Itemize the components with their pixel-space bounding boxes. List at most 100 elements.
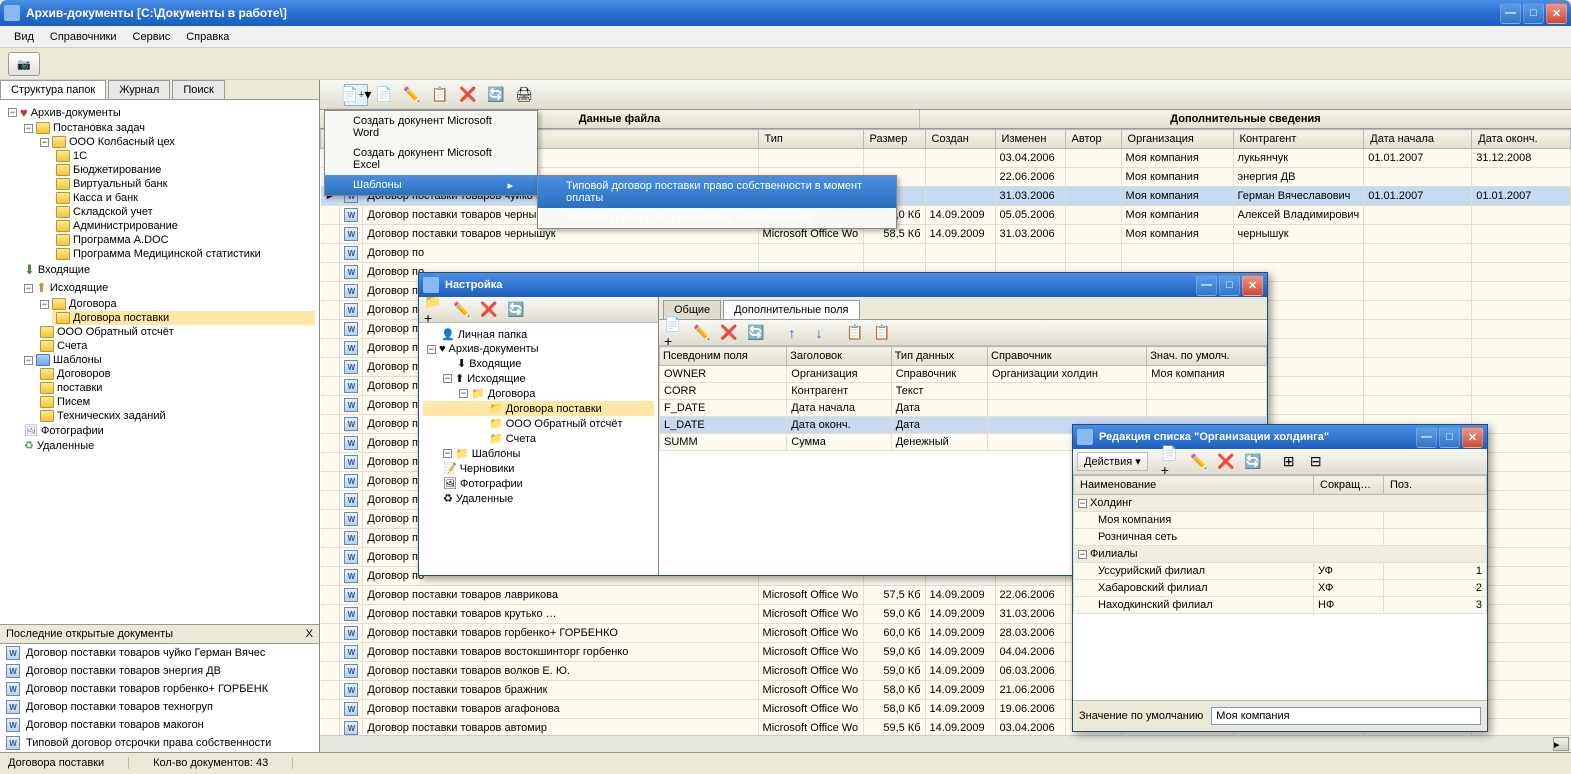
settings-edit[interactable]: ✏️ xyxy=(450,299,474,321)
tree-item[interactable]: 1С xyxy=(52,149,315,163)
field-delete[interactable]: ❌ xyxy=(717,322,741,344)
tree-item[interactable]: поставки xyxy=(36,381,315,395)
settings-tree-item[interactable]: 📁Договора поставки xyxy=(423,401,654,416)
table-row[interactable]: WДоговор по xyxy=(321,244,1571,263)
settings-add-folder[interactable]: 📁+ xyxy=(423,299,447,321)
org-max[interactable]: □ xyxy=(1439,427,1460,448)
tree-item[interactable]: Договоров xyxy=(36,367,315,381)
field-row[interactable]: CORRКонтрагентТекст xyxy=(660,383,1267,400)
org-row[interactable]: Находкинский филиалНФ3 xyxy=(1074,597,1487,614)
menu-refs[interactable]: Справочники xyxy=(44,29,123,45)
org-refresh[interactable]: 🔄 xyxy=(1241,451,1265,473)
table-row[interactable]: WДоговор поставки товаров чернышукMicros… xyxy=(321,225,1571,244)
camera-button[interactable]: 📷 xyxy=(8,52,40,76)
tree-item[interactable]: Виртуальный банк xyxy=(52,177,315,191)
grid-col-header[interactable]: Организация xyxy=(1121,130,1233,149)
settings-refresh[interactable]: 🔄 xyxy=(504,299,528,321)
org-grid[interactable]: Наименование Сокращ… Поз. − ХолдингМоя к… xyxy=(1073,475,1487,700)
settings-tree-item[interactable]: 📝Черновики xyxy=(423,461,654,476)
menu-help[interactable]: Справка xyxy=(180,29,235,45)
close-icon[interactable]: X xyxy=(306,628,313,640)
settings-close[interactable]: ✕ xyxy=(1242,275,1263,296)
tree-item[interactable]: Писем xyxy=(36,395,315,409)
add-doc-button[interactable]: 📄+▾ xyxy=(344,84,368,106)
tree-item[interactable]: Технических заданий xyxy=(36,409,315,423)
tree-item[interactable]: Складской учет xyxy=(52,205,315,219)
new-doc-button[interactable]: 📄 xyxy=(372,84,396,106)
settings-tree-item[interactable]: ♻Удаленные xyxy=(423,491,654,506)
org-edit[interactable]: ✏️ xyxy=(1187,451,1211,473)
recent-item[interactable]: WТиповой договор отсрочки права собствен… xyxy=(0,734,319,752)
grid-col-header[interactable]: Изменен xyxy=(995,130,1065,149)
menu-service[interactable]: Сервис xyxy=(127,29,177,45)
org-group-row[interactable]: − Филиалы xyxy=(1074,546,1487,563)
dd-excel[interactable]: Создать докунент Microsoft Excel xyxy=(325,143,537,175)
settings-max[interactable]: □ xyxy=(1219,275,1240,296)
field-down[interactable]: ↓ xyxy=(807,322,831,344)
settings-tree-item[interactable]: −📁Шаблоны xyxy=(423,446,654,461)
org-group-row[interactable]: − Холдинг xyxy=(1074,495,1487,512)
recent-item[interactable]: WДоговор поставки товаров чуйко Герман В… xyxy=(0,644,319,662)
delete-doc-button[interactable]: ❌ xyxy=(456,84,480,106)
field-row[interactable]: F_DATEДата началаДата xyxy=(660,400,1267,417)
tree-item[interactable]: Программа Медицинской статистики xyxy=(52,247,315,261)
recent-item[interactable]: WДоговор поставки товаров макогон xyxy=(0,716,319,734)
grid-col-header[interactable]: Тип xyxy=(758,130,863,149)
horizontal-scrollbar[interactable]: ▸ xyxy=(320,735,1571,752)
menu-view[interactable]: Вид xyxy=(8,29,40,45)
tab-structure[interactable]: Структура папок xyxy=(0,80,106,99)
settings-delete[interactable]: ❌ xyxy=(477,299,501,321)
org-min[interactable]: — xyxy=(1416,427,1437,448)
dd-templates[interactable]: Шаблоны▸ Типовой договор поставки право … xyxy=(325,175,537,195)
field-edit[interactable]: ✏️ xyxy=(690,322,714,344)
org-default-input[interactable] xyxy=(1211,707,1481,725)
org-delete[interactable]: ❌ xyxy=(1214,451,1238,473)
dd-word[interactable]: Создать докунент Microsoft Word xyxy=(325,111,537,143)
grid-col-header[interactable]: Автор xyxy=(1065,130,1121,149)
org-row[interactable]: Розничная сеть xyxy=(1074,529,1487,546)
tree-item[interactable]: Касса и банк xyxy=(52,191,315,205)
field-add[interactable]: 📄+ xyxy=(663,322,687,344)
tree-item[interactable]: Администрирование xyxy=(52,219,315,233)
close-button[interactable]: ✕ xyxy=(1546,3,1567,24)
tab-journal[interactable]: Журнал xyxy=(108,80,170,99)
tree-item[interactable]: Программа A.DOC xyxy=(52,233,315,247)
field-copy[interactable]: 📋 xyxy=(843,322,867,344)
table-row[interactable]: WДоговор поставки товаров чернышук Алекс… xyxy=(321,206,1571,225)
org-row[interactable]: Хабаровский филиалХФ2 xyxy=(1074,580,1487,597)
settings-tree-item[interactable]: 📁Счета xyxy=(423,431,654,446)
grid-col-header[interactable]: Контрагент xyxy=(1233,130,1364,149)
field-up[interactable]: ↑ xyxy=(780,322,804,344)
org-add[interactable]: 📄+ xyxy=(1160,451,1184,473)
grid-col-header[interactable]: Дата оконч. xyxy=(1472,130,1571,149)
grid-col-header[interactable]: Дата начала xyxy=(1364,130,1472,149)
recent-item[interactable]: WДоговор поставки товаров энергия ДВ xyxy=(0,662,319,680)
field-refresh[interactable]: 🔄 xyxy=(744,322,768,344)
org-row[interactable]: Моя компания xyxy=(1074,512,1487,529)
settings-tree-item[interactable]: −♥Архив-документы xyxy=(423,342,654,356)
copy-doc-button[interactable]: 📋 xyxy=(428,84,452,106)
recent-item[interactable]: WДоговор поставки товаров техногруп xyxy=(0,698,319,716)
dd-sub-1[interactable]: Типовой договор поставки право собственн… xyxy=(538,176,896,208)
org-expand[interactable]: ⊞ xyxy=(1277,451,1301,473)
field-paste[interactable]: 📋 xyxy=(870,322,894,344)
dd-sub-2[interactable]: Типовой договор отсрочки права собственн… xyxy=(538,208,896,228)
settings-tree-item[interactable]: 📁ООО Обратный отсчёт xyxy=(423,416,654,431)
settings-tree[interactable]: 👤Личная папка−♥Архив-документы⬇Входящие−… xyxy=(419,323,658,575)
grid-col-header[interactable]: Создан xyxy=(925,130,995,149)
org-collapse[interactable]: ⊟ xyxy=(1304,451,1328,473)
minimize-button[interactable]: — xyxy=(1500,3,1521,24)
recent-item[interactable]: WДоговор поставки товаров горбенко+ ГОРБ… xyxy=(0,680,319,698)
field-row[interactable]: OWNERОрганизацияСправочникОрганизации хо… xyxy=(660,366,1267,383)
tree-item[interactable]: Бюджетирование xyxy=(52,163,315,177)
maximize-button[interactable]: □ xyxy=(1523,3,1544,24)
print-button[interactable]: 🖨 xyxy=(512,84,536,106)
tab-search[interactable]: Поиск xyxy=(172,80,224,99)
settings-min[interactable]: — xyxy=(1196,275,1217,296)
settings-tree-item[interactable]: −📁Договора xyxy=(423,386,654,401)
fields-tab-extra[interactable]: Дополнительные поля xyxy=(723,300,859,319)
refresh-button[interactable]: 🔄 xyxy=(484,84,508,106)
org-close[interactable]: ✕ xyxy=(1462,427,1483,448)
settings-tree-item[interactable]: 🖼Фотографии xyxy=(423,476,654,491)
edit-doc-button[interactable]: ✏️ xyxy=(400,84,424,106)
